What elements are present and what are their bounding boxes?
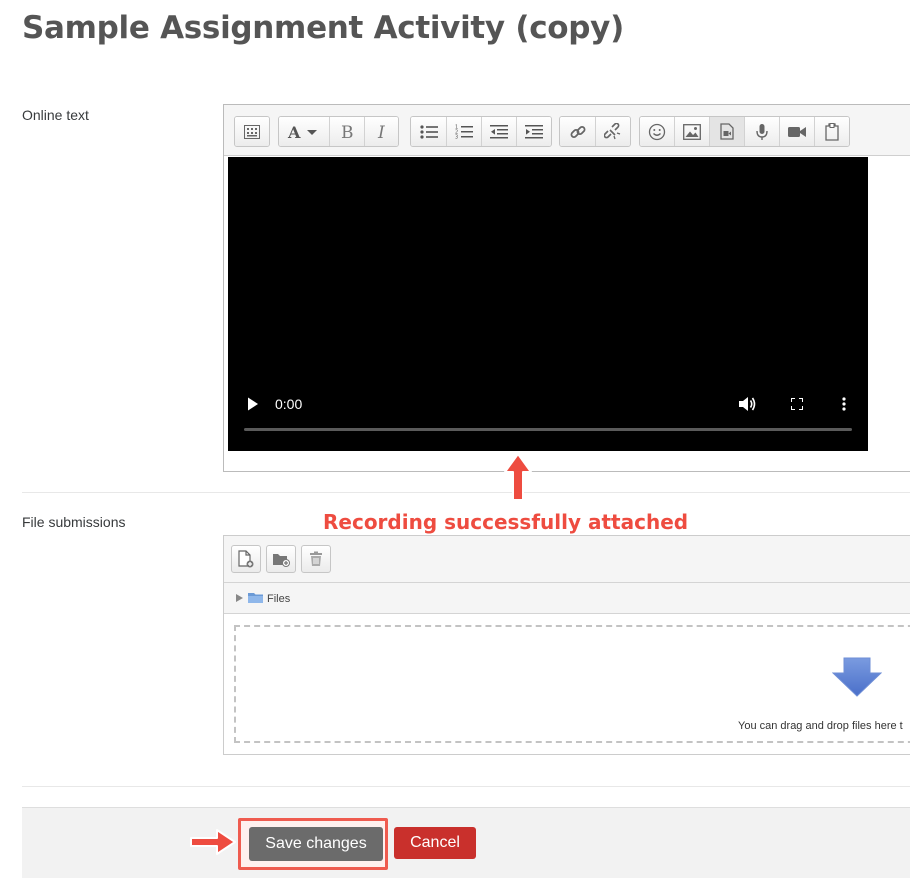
expand-arrow-icon[interactable] — [236, 594, 243, 602]
svg-text:3: 3 — [455, 135, 458, 140]
italic-icon[interactable]: I — [365, 117, 398, 146]
create-folder-button[interactable] — [266, 545, 296, 573]
fullscreen-icon[interactable] — [791, 398, 803, 410]
folder-icon[interactable] — [248, 592, 264, 604]
image-icon[interactable] — [675, 117, 710, 146]
files-folder-label[interactable]: Files — [267, 593, 290, 605]
svg-text:I: I — [377, 124, 385, 140]
more-options-icon[interactable] — [842, 397, 846, 411]
outdent-icon[interactable] — [482, 117, 517, 146]
show-more-icon[interactable] — [235, 117, 269, 146]
play-icon[interactable] — [246, 397, 260, 411]
drop-hint-text: You can drag and drop files here t — [738, 720, 903, 732]
cancel-button[interactable]: Cancel — [394, 827, 476, 859]
font-color-icon[interactable]: A — [279, 117, 330, 146]
download-arrow-icon — [832, 657, 882, 697]
link-icon[interactable] — [560, 117, 596, 146]
annotation-arrow-up-icon — [504, 453, 532, 501]
add-file-icon — [238, 550, 254, 568]
file-manager-toolbar — [224, 536, 910, 583]
svg-text:B: B — [341, 124, 354, 140]
file-manager: Files You can drag and drop files here t — [223, 535, 910, 755]
video-player[interactable]: 0:00 — [228, 157, 868, 451]
delete-button[interactable] — [301, 545, 331, 573]
ordered-list-icon[interactable]: 123 — [447, 117, 482, 146]
add-file-button[interactable] — [231, 545, 261, 573]
indent-icon[interactable] — [517, 117, 551, 146]
trash-icon — [310, 551, 322, 566]
volume-icon[interactable] — [738, 396, 756, 412]
file-submissions-label: File submissions — [22, 514, 126, 530]
unlink-icon[interactable] — [596, 117, 630, 146]
save-changes-button[interactable]: Save changes — [249, 827, 383, 861]
manage-files-icon[interactable] — [815, 117, 849, 146]
toolbar-group-style: A B I — [278, 116, 399, 147]
video-progress-bar[interactable] — [244, 428, 852, 431]
divider — [22, 786, 910, 787]
bold-icon[interactable]: B — [330, 117, 365, 146]
divider — [22, 492, 910, 493]
annotation-arrow-right-icon — [190, 829, 236, 855]
toolbar-group-links — [559, 116, 631, 147]
toolbar-group-lists: 123 — [410, 116, 552, 147]
file-drop-zone[interactable]: You can drag and drop files here t — [234, 625, 910, 743]
svg-text:A: A — [287, 124, 301, 140]
record-video-icon[interactable] — [780, 117, 815, 146]
form-footer: Save changes Cancel — [22, 807, 910, 878]
page-title: Sample Assignment Activity (copy) — [22, 10, 624, 46]
editor-toolbar: A B I 123 — [224, 105, 910, 156]
file-manager-path: Files — [224, 583, 910, 614]
online-text-editor[interactable]: A B I 123 0:00 — [223, 104, 910, 472]
annotation-recording-attached: Recording successfully attached — [323, 510, 689, 534]
online-text-label: Online text — [22, 107, 89, 123]
record-audio-icon[interactable] — [745, 117, 780, 146]
media-icon[interactable] — [710, 117, 745, 146]
video-time: 0:00 — [275, 396, 303, 412]
emoji-icon[interactable] — [640, 117, 675, 146]
toolbar-group-media — [639, 116, 850, 147]
toolbar-group-collapse — [234, 116, 270, 147]
unordered-list-icon[interactable] — [411, 117, 447, 146]
create-folder-icon — [273, 554, 290, 567]
